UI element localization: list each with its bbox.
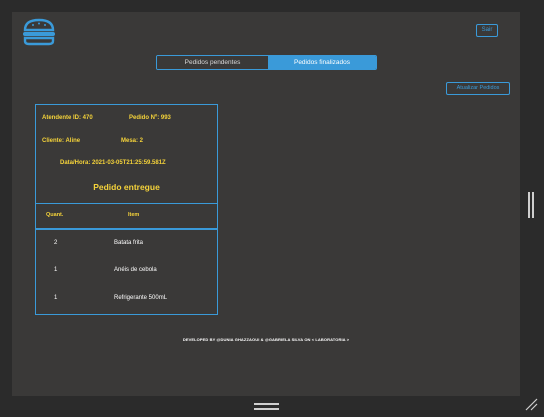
client-name: Cliente: Aline	[42, 138, 81, 144]
horizontal-drag-handle[interactable]	[254, 403, 279, 411]
item-column-header: Item	[128, 212, 140, 218]
item-qty: 1	[54, 267, 58, 273]
table-row: 1 Anéis de cebola	[36, 267, 217, 277]
order-datetime: Data/Hora: 2021-03-05T21:25:59.581Z	[60, 160, 166, 166]
qty-column-header: Quant.	[46, 212, 64, 218]
item-name: Batata frita	[114, 240, 144, 246]
tab-pending-orders[interactable]: Pedidos pendentes	[157, 56, 268, 69]
refresh-orders-button[interactable]: Atualizar Pedidos	[446, 82, 510, 95]
burger-icon	[23, 18, 55, 46]
vertical-drag-handle[interactable]	[528, 192, 535, 218]
item-qty: 1	[54, 295, 58, 301]
items-table-body: 2 Batata frita 1 Anéis de cebola 1 Refri…	[35, 229, 218, 315]
item-name: Refrigerante 500mL	[114, 295, 168, 301]
item-qty: 2	[54, 240, 58, 246]
order-tabs: Pedidos pendentes Pedidos finalizados	[156, 55, 377, 70]
order-status: Pedido entregue	[93, 182, 160, 192]
developer-credits: DEVELOPED BY @DUNIA GHAZZAOUI & @GABRIEL…	[182, 337, 350, 342]
order-card: Atendente ID: 470 Pedido Nº: 993 Cliente…	[35, 104, 218, 204]
resize-grip-icon[interactable]	[525, 398, 538, 411]
items-table-header: Quant. Item	[35, 203, 218, 229]
order-number: Pedido Nº: 993	[129, 115, 171, 121]
table-number: Mesa: 2	[121, 138, 144, 144]
app-frame: Sair Pedidos pendentes Pedidos finalizad…	[12, 12, 520, 396]
table-row: 1 Refrigerante 500mL	[36, 295, 217, 305]
table-row: 2 Batata frita	[36, 240, 217, 250]
item-name: Anéis de cebola	[114, 267, 157, 273]
attendant-id: Atendente ID: 470	[42, 115, 93, 121]
tab-finished-orders[interactable]: Pedidos finalizados	[268, 56, 376, 69]
logout-button[interactable]: Sair	[476, 24, 498, 37]
